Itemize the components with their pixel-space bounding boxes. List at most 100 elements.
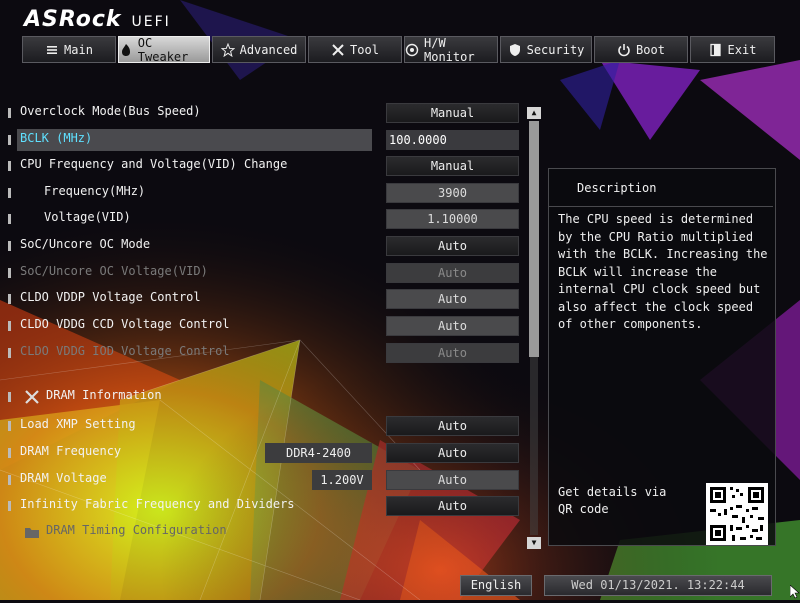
tab-label: H/W Monitor xyxy=(424,35,475,64)
tab-hw-monitor[interactable]: H/W Monitor xyxy=(404,35,498,64)
scroll-down-arrow-icon[interactable]: ▼ xyxy=(527,537,541,549)
setting-label: CLDO VDDG IOD Voltage Control xyxy=(20,344,230,358)
setting-frequency[interactable]: Frequency(MHz) 3900 xyxy=(0,182,545,204)
dram-frequency-info: DDR4-2400 xyxy=(265,443,372,463)
exit-icon xyxy=(709,43,723,57)
tab-label: Boot xyxy=(636,42,665,57)
setting-value[interactable]: 3900 xyxy=(386,183,519,203)
setting-label: CPU Frequency and Voltage(VID) Change xyxy=(20,157,288,171)
setting-label: CLDO VDDP Voltage Control xyxy=(20,290,201,304)
tab-label: Tool xyxy=(350,42,379,57)
row-marker xyxy=(8,188,11,198)
setting-label: Infinity Fabric Frequency and Dividers xyxy=(20,497,295,511)
setting-value[interactable]: Auto xyxy=(386,496,519,516)
tab-oc-tweaker[interactable]: OC Tweaker xyxy=(118,35,210,64)
setting-value[interactable]: 1.10000 xyxy=(386,209,519,229)
row-marker xyxy=(8,135,11,145)
star-icon xyxy=(220,42,235,57)
scroll-thumb[interactable] xyxy=(529,121,539,357)
tab-tool[interactable]: Tool xyxy=(308,36,402,63)
tab-security[interactable]: Security xyxy=(500,36,592,63)
setting-dram-voltage[interactable]: DRAM Voltage 1.200V Auto xyxy=(0,469,545,491)
tab-label: Advanced xyxy=(239,42,298,57)
row-marker xyxy=(8,108,11,118)
setting-load-xmp[interactable]: Load XMP Setting Auto xyxy=(0,415,545,437)
setting-value: Auto xyxy=(386,343,519,363)
tab-label: Security xyxy=(526,42,585,57)
setting-value[interactable]: Auto xyxy=(386,316,519,336)
setting-value: Auto xyxy=(386,263,519,283)
row-marker xyxy=(8,321,11,331)
section-dram-information[interactable]: DRAM Information xyxy=(0,384,545,408)
dram-voltage-info: 1.200V xyxy=(312,470,372,490)
setting-label: SoC/Uncore OC Mode xyxy=(20,237,151,251)
tools-icon xyxy=(24,389,40,405)
description-panel: Description The CPU speed is determined … xyxy=(548,168,776,546)
tab-boot[interactable]: Boot xyxy=(594,36,688,63)
row-marker xyxy=(8,294,11,304)
setting-label: SoC/Uncore OC Voltage(VID) xyxy=(20,264,208,278)
setting-cpu-freq-voltage-change[interactable]: CPU Frequency and Voltage(VID) Change Ma… xyxy=(0,155,545,177)
settings-list: Overclock Mode(Bus Speed) Manual BCLK (M… xyxy=(0,100,545,545)
power-icon xyxy=(617,43,631,57)
datetime-display: Wed 01/13/2021. 13:22:44 xyxy=(544,575,772,596)
section-label: DRAM Timing Configuration xyxy=(46,523,227,537)
tab-label: Exit xyxy=(727,42,757,57)
setting-label: Frequency(MHz) xyxy=(44,184,146,198)
tab-label: Main xyxy=(64,42,93,57)
setting-value[interactable]: Auto xyxy=(386,443,519,463)
tools-icon xyxy=(331,43,345,57)
row-marker xyxy=(8,392,11,402)
setting-label: Load XMP Setting xyxy=(20,417,136,431)
description-text: The CPU speed is determined by the CPU R… xyxy=(558,212,768,331)
shield-icon xyxy=(508,43,522,57)
bclk-input[interactable]: 100.0000 xyxy=(386,130,519,150)
setting-voltage-vid[interactable]: Voltage(VID) 1.10000 xyxy=(0,208,545,230)
setting-label: Overclock Mode(Bus Speed) xyxy=(20,104,201,118)
setting-value[interactable]: Manual xyxy=(386,156,519,176)
setting-value[interactable]: Auto xyxy=(386,289,519,309)
product-name: UEFI xyxy=(131,14,171,30)
setting-value[interactable]: Auto xyxy=(386,470,519,490)
setting-soc-uncore-oc-voltage: SoC/Uncore OC Voltage(VID) Auto xyxy=(0,262,545,284)
section-dram-timing[interactable]: DRAM Timing Configuration xyxy=(0,519,545,543)
row-marker xyxy=(8,475,11,485)
row-marker xyxy=(8,501,11,511)
setting-cldo-vddg-iod: CLDO VDDG IOD Voltage Control Auto xyxy=(0,342,545,364)
setting-value[interactable]: Auto xyxy=(386,236,519,256)
setting-label: DRAM Voltage xyxy=(20,471,107,485)
setting-infinity-fabric[interactable]: Infinity Fabric Frequency and Dividers A… xyxy=(0,495,545,517)
divider xyxy=(549,206,773,207)
description-title: Description xyxy=(577,181,657,195)
scroll-up-arrow-icon[interactable]: ▲ xyxy=(527,107,541,119)
list-icon xyxy=(45,43,59,57)
setting-soc-uncore-oc-mode[interactable]: SoC/Uncore OC Mode Auto xyxy=(0,235,545,257)
row-marker xyxy=(8,241,11,251)
row-marker xyxy=(8,448,11,458)
setting-label: DRAM Frequency xyxy=(20,444,122,458)
row-marker xyxy=(8,421,11,431)
setting-dram-frequency[interactable]: DRAM Frequency DDR4-2400 Auto xyxy=(0,442,545,464)
tab-exit[interactable]: Exit xyxy=(690,36,775,63)
row-marker xyxy=(8,348,11,358)
setting-overclock-mode[interactable]: Overclock Mode(Bus Speed) Manual xyxy=(0,102,545,124)
tab-main[interactable]: Main xyxy=(22,36,116,63)
setting-cldo-vddp[interactable]: CLDO VDDP Voltage Control Auto xyxy=(0,288,545,310)
flame-icon xyxy=(119,43,133,57)
setting-label: CLDO VDDG CCD Voltage Control xyxy=(20,317,230,331)
row-marker xyxy=(8,268,11,278)
asrock-logo: ASRock UEFI xyxy=(24,7,171,33)
setting-bclk[interactable]: BCLK (MHz) 100.0000 xyxy=(0,129,545,151)
scrollbar[interactable]: ▲ ▼ xyxy=(527,107,541,549)
setting-value[interactable]: Manual xyxy=(386,103,519,123)
tab-label: OC Tweaker xyxy=(137,35,189,64)
setting-value[interactable]: Auto xyxy=(386,416,519,436)
brand-name: ASRock xyxy=(24,7,122,32)
folder-icon xyxy=(24,524,40,540)
language-button[interactable]: English xyxy=(460,575,532,596)
setting-label: BCLK (MHz) xyxy=(20,131,93,145)
monitor-icon xyxy=(405,43,419,57)
tab-advanced[interactable]: Advanced xyxy=(212,36,306,63)
setting-cldo-vddg-ccd[interactable]: CLDO VDDG CCD Voltage Control Auto xyxy=(0,315,545,337)
qr-code-icon xyxy=(706,483,768,545)
